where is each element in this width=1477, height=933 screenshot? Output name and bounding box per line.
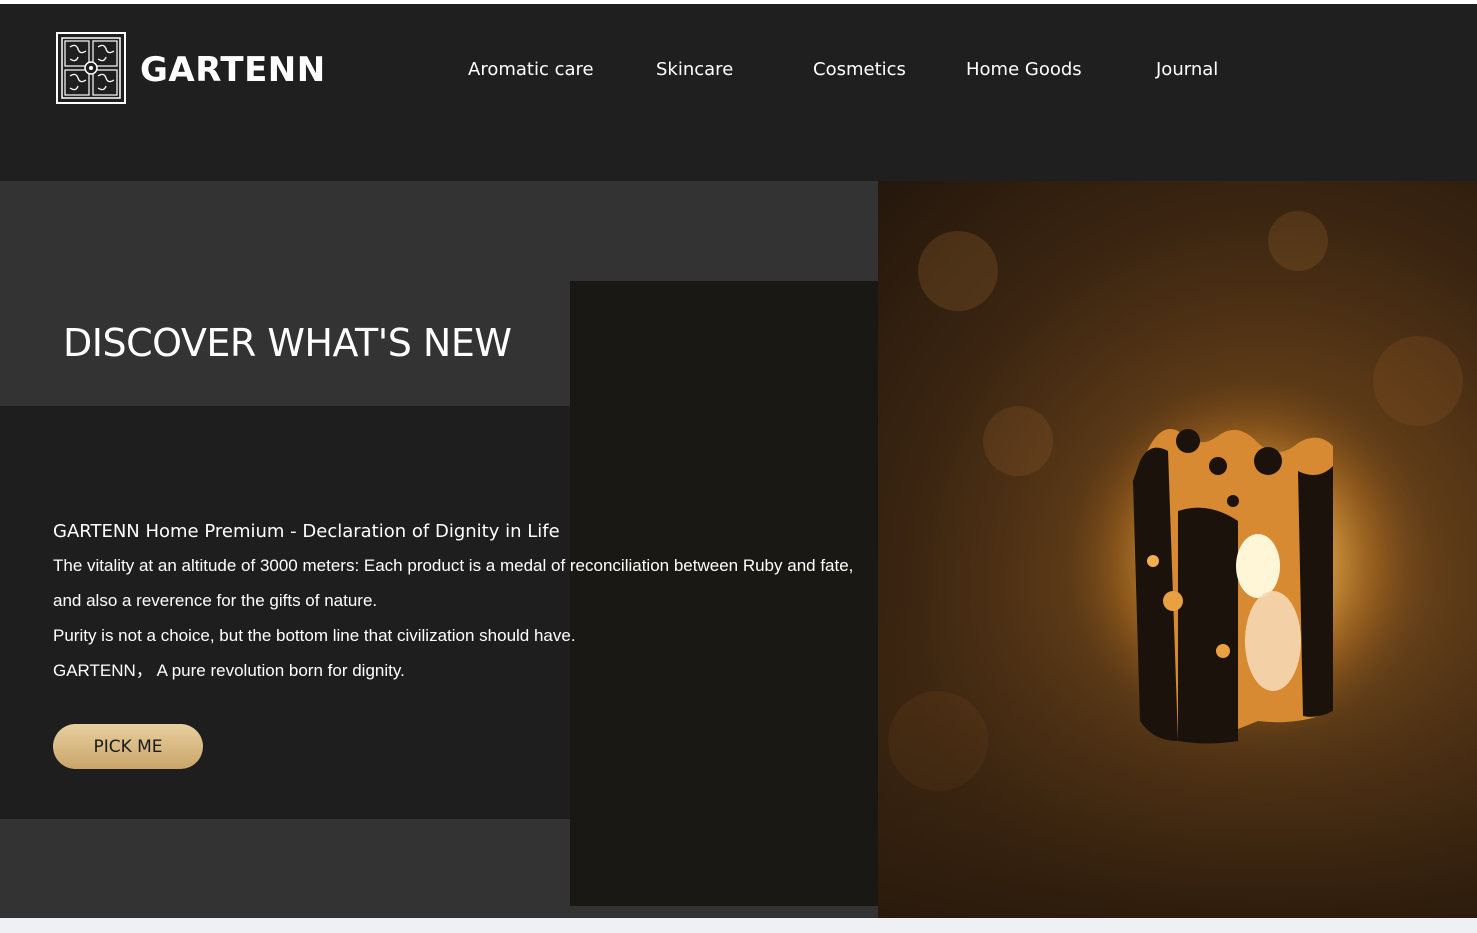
nav-item-journal[interactable]: Journal [1156, 56, 1218, 84]
hero-body-line-3: Purity is not a choice, but the bottom l… [53, 626, 576, 645]
hero-headline: DISCOVER WHAT'S NEW [63, 321, 512, 365]
brand-name[interactable]: GARTENN [140, 46, 326, 94]
nav-item-skincare[interactable]: Skincare [656, 56, 733, 84]
candle-lantern-photo [878, 181, 1477, 918]
pick-me-button[interactable]: PICK ME [53, 724, 203, 769]
hero-body-line-1: The vitality at an altitude of 3000 mete… [53, 556, 854, 575]
hero-section: DISCOVER WHAT'S NEW GARTENN Home Premium… [0, 181, 1477, 918]
bottom-strip [0, 918, 1477, 933]
hero-dark-card [570, 281, 878, 906]
hero-subtitle: GARTENN Home Premium - Declaration of Di… [53, 521, 560, 542]
ornamental-square-logo-icon[interactable] [56, 32, 126, 104]
candle-lantern-illustration [878, 211, 1477, 918]
nav-item-cosmetics[interactable]: Cosmetics [813, 56, 906, 84]
hero-body-line-4: GARTENN， A pure revolution born for dign… [53, 661, 405, 680]
nav-item-home-goods[interactable]: Home Goods [966, 56, 1082, 84]
hero-body-line-2: and also a reverence for the gifts of na… [53, 591, 378, 610]
site-header: GARTENN Aromatic care Skincare Cosmetics… [0, 4, 1477, 181]
nav-item-aromatic-care[interactable]: Aromatic care [468, 56, 594, 84]
